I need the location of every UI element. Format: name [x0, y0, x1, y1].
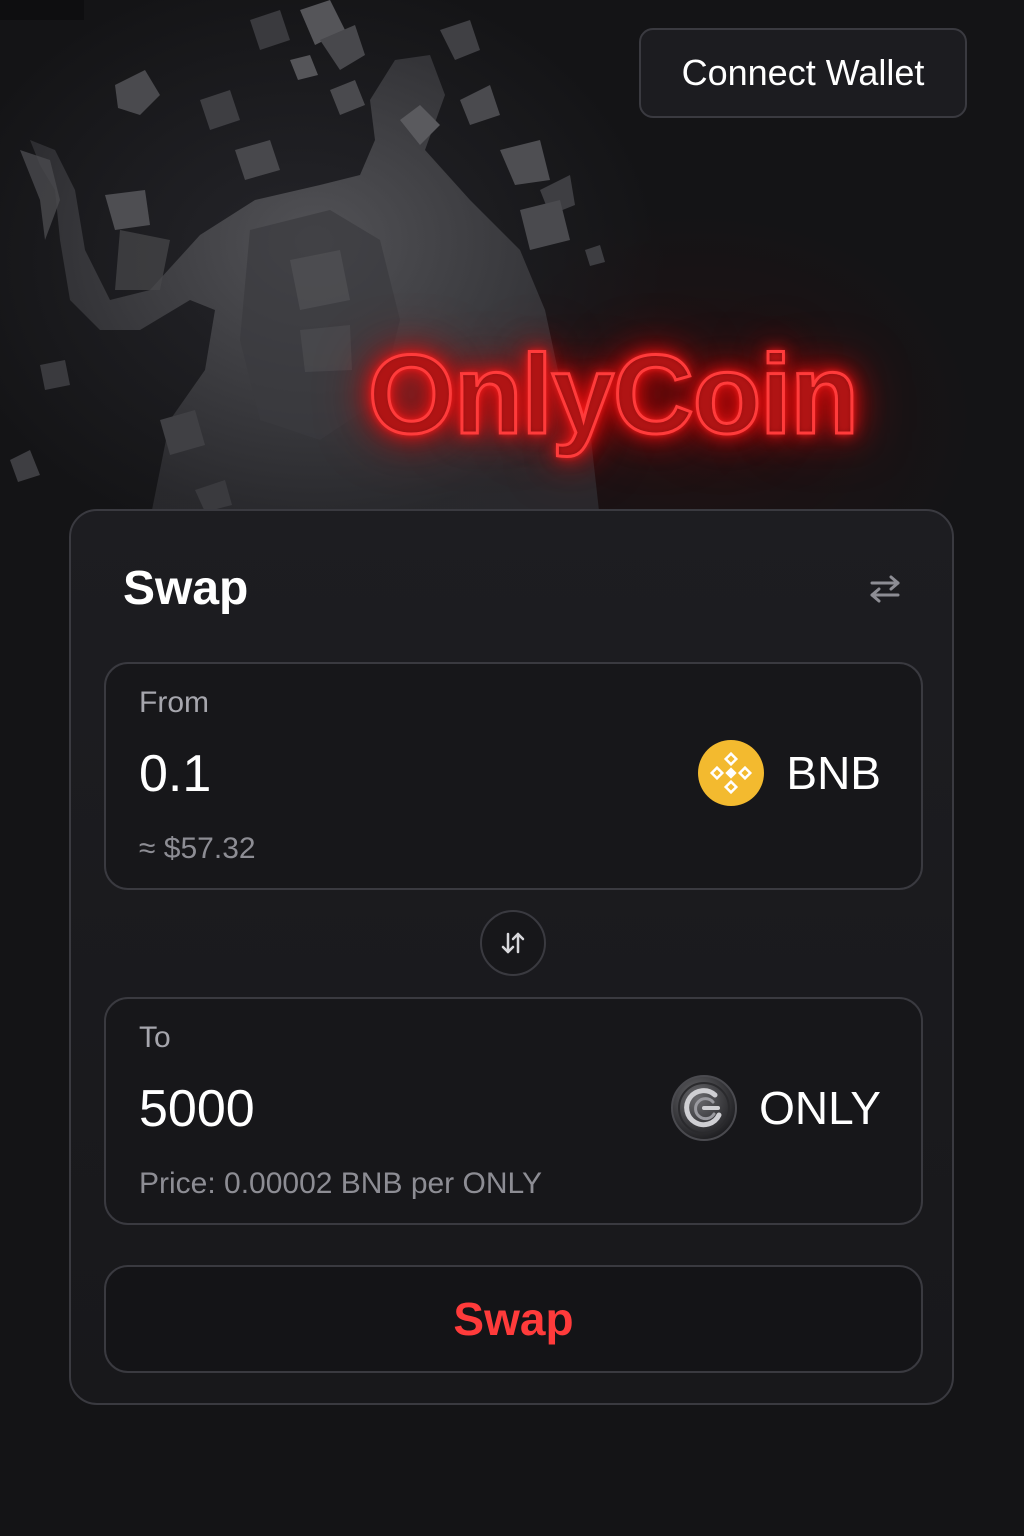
flip-direction-button[interactable] [480, 910, 546, 976]
swap-submit-button[interactable]: Swap [104, 1265, 923, 1373]
from-token-symbol: BNB [786, 747, 881, 799]
from-amount-input[interactable]: 0.1 [139, 744, 559, 804]
swap-card: Swap From 0.1 ≈ $57.32 BNB To 5000 Price… [69, 509, 954, 1405]
from-usd-estimate: ≈ $57.32 [139, 832, 256, 865]
to-token-symbol: ONLY [759, 1082, 881, 1134]
swap-vertical-arrows-icon [501, 932, 525, 954]
connect-wallet-button[interactable]: Connect Wallet [639, 28, 967, 118]
swap-card-title: Swap [123, 562, 249, 615]
to-panel: To 5000 Price: 0.00002 BNB per ONLY ONLY [104, 997, 923, 1225]
to-amount-output[interactable]: 5000 [139, 1079, 559, 1139]
swap-page: OnlyCoin Connect Wallet Swap From 0.1 ≈ … [0, 0, 1024, 1536]
brand-title: OnlyCoin [367, 331, 861, 459]
from-token-selector[interactable]: BNB [698, 740, 881, 806]
sliders-swap-icon [870, 575, 900, 603]
from-label: From [139, 686, 209, 719]
to-label: To [139, 1021, 171, 1054]
price-info: Price: 0.00002 BNB per ONLY [139, 1167, 542, 1200]
bnb-logo-icon [698, 740, 765, 806]
from-panel: From 0.1 ≈ $57.32 BNB [104, 662, 923, 890]
to-token-selector[interactable]: ONLY [671, 1075, 881, 1141]
swap-settings-button[interactable] [867, 571, 903, 607]
only-coin-logo-icon [671, 1075, 738, 1141]
